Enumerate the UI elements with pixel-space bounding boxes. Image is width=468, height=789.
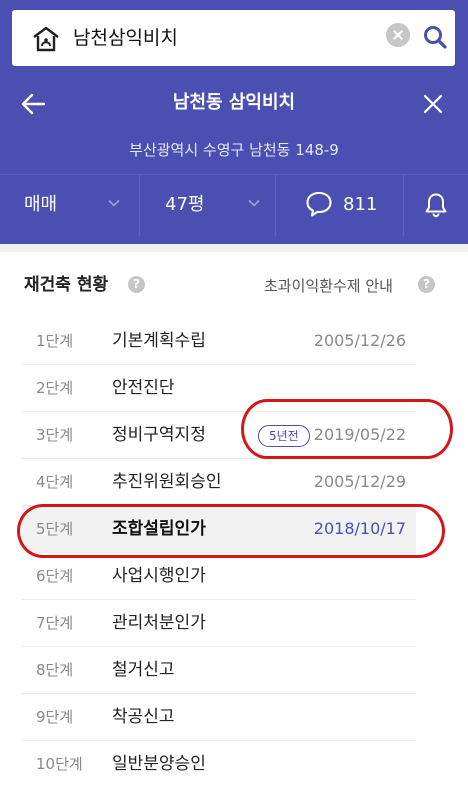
step-number: 4단계 (36, 473, 74, 491)
list-item: 8단계 철거신고 (22, 647, 416, 694)
speech-bubble-icon (306, 191, 332, 217)
step-number: 5단계 (36, 520, 74, 538)
step-name: 일반분양승인 (112, 754, 206, 774)
step-name: 착공신고 (112, 707, 175, 727)
filter-bar: 매매 47평 811 (0, 174, 468, 236)
step-name: 조합설립인가 (112, 519, 206, 539)
step-name: 철거신고 (112, 660, 175, 680)
comments-button[interactable]: 811 (275, 175, 403, 236)
list-item: 2단계 안전진단 (22, 365, 416, 412)
list-item: 10단계 일반분양승인 (22, 741, 416, 788)
chevron-down-icon (248, 199, 260, 207)
list-item: 9단계 착공신고 (22, 694, 416, 741)
step-number: 2단계 (36, 379, 74, 397)
page-title: 남천동 삼익비치 (172, 92, 296, 113)
step-name: 관리처분인가 (112, 613, 206, 633)
redevelopment-panel: 재건축 현황 ? 초과이익환수제 안내 ? 1단계 기본계획수립 2005/12… (0, 244, 468, 789)
current-step-row: 5단계 조합설립인가 2018/10/17 (22, 506, 416, 553)
step-number: 6단계 (36, 567, 74, 585)
chevron-down-icon (108, 199, 120, 207)
step-date: 2019/05/22 (313, 425, 406, 444)
list-item: 1단계 기본계획수립 2005/12/26 (22, 318, 416, 365)
divider (0, 244, 468, 252)
list-item: 4단계 추진위원회승인 2005/12/29 (22, 459, 416, 506)
address-text: 부산광역시 수영구 남천동 148-9 (129, 141, 339, 159)
list-item: 6단계 사업시행인가 (22, 553, 416, 600)
trade-type-select[interactable]: 매매 (0, 175, 139, 236)
header: 남천삼익비치 남천동 삼익비치 부산광역시 수영구 남천동 148-9 매매 4… (0, 0, 468, 244)
years-ago-badge: 5년전 (258, 425, 310, 447)
step-date: 2005/12/29 (313, 472, 406, 491)
list-item: 3단계 정비구역지정 5년전 2019/05/22 (22, 412, 416, 459)
help-icon[interactable]: ? (128, 276, 145, 293)
step-name: 사업시행인가 (112, 566, 206, 586)
step-number: 3단계 (36, 426, 74, 444)
step-name: 정비구역지정 (112, 425, 206, 445)
step-date: 2005/12/26 (313, 331, 406, 350)
step-name: 안전진단 (112, 378, 175, 398)
step-number: 7단계 (36, 614, 74, 632)
search-bar[interactable]: 남천삼익비치 (12, 10, 455, 66)
title-bar: 남천동 삼익비치 (0, 78, 468, 130)
step-date: 2018/10/17 (313, 519, 406, 538)
section-header: 재건축 현황 ? 초과이익환수제 안내 ? (0, 272, 468, 302)
size-label: 47평 (165, 194, 205, 215)
step-number: 1단계 (36, 332, 74, 350)
clear-icon[interactable] (386, 23, 410, 47)
list-item: 7단계 관리처분인가 (22, 600, 416, 647)
close-icon[interactable] (421, 92, 445, 116)
size-select[interactable]: 47평 (139, 175, 275, 236)
step-list: 1단계 기본계획수립 2005/12/26 2단계 안전진단 3단계 정비구역지… (22, 318, 416, 788)
search-icon[interactable] (422, 24, 448, 50)
step-name: 추진위원회승인 (112, 472, 222, 492)
search-input[interactable]: 남천삼익비치 (73, 25, 178, 51)
home-icon[interactable] (32, 26, 60, 52)
step-number: 10단계 (36, 755, 83, 773)
step-number: 9단계 (36, 708, 74, 726)
step-name: 기본계획수립 (112, 331, 206, 351)
step-number: 8단계 (36, 661, 74, 679)
trade-type-label: 매매 (24, 194, 58, 215)
excess-profit-guide-link[interactable]: 초과이익환수제 안내 (264, 274, 393, 298)
bell-icon (425, 193, 447, 218)
comment-count: 811 (343, 194, 378, 215)
section-title: 재건축 현황 (24, 275, 109, 295)
help-icon[interactable]: ? (418, 276, 435, 293)
notification-button[interactable] (403, 175, 468, 236)
